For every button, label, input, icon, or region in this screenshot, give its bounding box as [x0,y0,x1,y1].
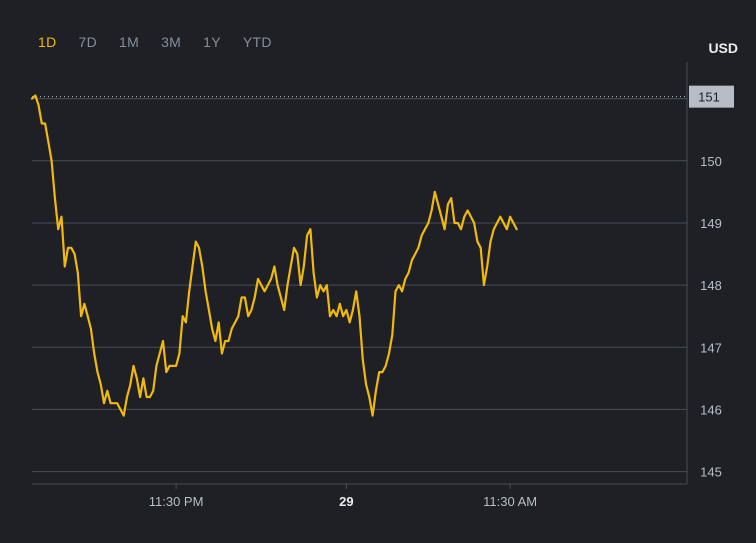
y-tick-label: 150 [700,154,722,169]
x-tick-label: 11:30 PM [149,494,204,509]
price-chart[interactable]: 14514614714814915015111:30 PM2911:30 AM … [0,0,756,543]
x-tick-label: 29 [339,494,353,509]
price-series-line [30,94,518,417]
current-price-tag-label: 151 [698,90,720,105]
line-layer [30,94,518,417]
y-tick-label: 148 [700,278,722,293]
y-tick-label: 145 [700,465,722,480]
x-tick-label: 11:30 AM [483,494,537,509]
y-tick-label: 147 [700,340,722,355]
y-tick-label: 149 [700,216,722,231]
y-tick-label: 146 [700,402,722,417]
price-tag-layer: 151 [689,85,734,108]
grid-layer [32,96,687,473]
